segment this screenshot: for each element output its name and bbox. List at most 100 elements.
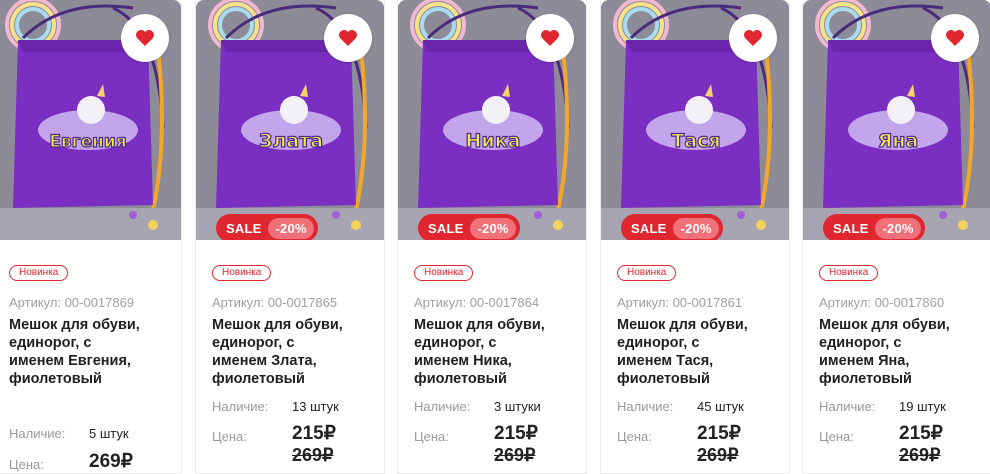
product-sku: Артикул: 00-0017869 bbox=[9, 295, 135, 310]
new-badge: Новинка bbox=[212, 265, 272, 281]
discount-percent: -20% bbox=[875, 217, 921, 239]
current-price: 215₽ bbox=[494, 423, 538, 444]
product-photo[interactable]: Евгения bbox=[0, 0, 181, 240]
price-row: Цена: 269₽ bbox=[9, 451, 133, 472]
product-title-line: единорог, с bbox=[212, 335, 295, 351]
product-card[interactable]: Злата SALE -20% Новинка Артикул: 00-0017865 М… bbox=[195, 0, 385, 474]
old-price: 269₽ bbox=[292, 445, 334, 465]
stock-value: 19 штук bbox=[899, 399, 946, 414]
product-info: Новинка Артикул: 00-0017869 Мешок для обув… bbox=[9, 262, 173, 388]
discount-percent: -20% bbox=[673, 217, 719, 239]
product-title[interactable]: Мешок для обуви, единорог, с именем Евгени… bbox=[9, 316, 173, 388]
product-title[interactable]: Мешок для обуви, единорог, с именем Тася, ф… bbox=[617, 316, 781, 388]
stock-value: 45 штук bbox=[697, 399, 744, 414]
product-sku: Артикул: 00-0017864 bbox=[414, 295, 540, 310]
stock-row: Наличие: 19 штук bbox=[819, 399, 946, 414]
heart-icon bbox=[744, 30, 762, 46]
product-sku: Артикул: 00-0017865 bbox=[212, 295, 338, 310]
product-title-line: единорог, с bbox=[617, 335, 700, 351]
product-info: Новинка Артикул: 00-0017864 Мешок для обув… bbox=[414, 262, 578, 388]
price-row: Цена: 215₽ 269₽ bbox=[617, 423, 741, 465]
sale-label: SALE bbox=[631, 220, 667, 236]
price-label: Цена: bbox=[819, 429, 854, 444]
product-title-line: Мешок для обуви, bbox=[414, 317, 545, 333]
sale-badge: SALE -20% bbox=[216, 214, 318, 240]
old-price: 269₽ bbox=[899, 445, 941, 465]
product-grid: Евгения Новинка Артикул: 00-0017869 Мешок д… bbox=[0, 0, 990, 474]
product-info: Новинка Артикул: 00-0017865 Мешок для обув… bbox=[212, 262, 376, 388]
product-photo[interactable]: Яна SALE -20% bbox=[803, 0, 990, 240]
favorite-button[interactable] bbox=[729, 14, 777, 62]
favorite-button[interactable] bbox=[324, 14, 372, 62]
price-row: Цена: 215₽ 269₽ bbox=[212, 423, 336, 465]
stock-value: 3 штуки bbox=[494, 399, 541, 414]
product-title-line: единорог, с bbox=[819, 335, 902, 351]
product-sku: Артикул: 00-0017861 bbox=[617, 295, 743, 310]
product-card[interactable]: Ника SALE -20% Новинка Артикул: 00-0017864 Ме… bbox=[397, 0, 587, 474]
product-info: Новинка Артикул: 00-0017861 Мешок для обув… bbox=[617, 262, 781, 388]
stock-row: Наличие: 13 штук bbox=[212, 399, 339, 414]
sale-badge: SALE -20% bbox=[823, 214, 925, 240]
stock-value: 5 штук bbox=[89, 426, 129, 441]
stock-value: 13 штук bbox=[292, 399, 339, 414]
product-title[interactable]: Мешок для обуви, единорог, с именем Яна, фи… bbox=[819, 316, 983, 388]
sale-label: SALE bbox=[428, 220, 464, 236]
product-card[interactable]: Яна SALE -20% Новинка Артикул: 00-0017860 Меш… bbox=[802, 0, 990, 474]
product-title-line: Мешок для обуви, bbox=[212, 317, 343, 333]
stock-row: Наличие: 45 штук bbox=[617, 399, 744, 414]
old-price: 269₽ bbox=[697, 445, 739, 465]
product-title-line: именем Яна, bbox=[819, 353, 910, 369]
product-photo[interactable]: Ника SALE -20% bbox=[398, 0, 586, 240]
product-title-line: единорог, с bbox=[9, 335, 92, 351]
heart-icon bbox=[136, 30, 154, 46]
sale-label: SALE bbox=[226, 220, 262, 236]
discount-percent: -20% bbox=[268, 217, 314, 239]
price-label: Цена: bbox=[414, 429, 449, 444]
product-title-line: Мешок для обуви, bbox=[9, 317, 140, 333]
favorite-button[interactable] bbox=[526, 14, 574, 62]
product-title-line: фиолетовый bbox=[819, 371, 912, 387]
new-badge: Новинка bbox=[9, 265, 69, 281]
product-card[interactable]: Евгения Новинка Артикул: 00-0017869 Мешок д… bbox=[0, 0, 182, 474]
price-row: Цена: 215₽ 269₽ bbox=[819, 423, 943, 465]
favorite-button[interactable] bbox=[931, 14, 979, 62]
product-title-line: фиолетовый bbox=[617, 371, 710, 387]
bag-name-print: Евгения bbox=[49, 132, 126, 152]
bag-name-print: Тася bbox=[671, 130, 720, 152]
current-price: 215₽ bbox=[292, 423, 336, 444]
new-badge: Новинка bbox=[819, 265, 879, 281]
heart-icon bbox=[541, 30, 559, 46]
product-title-line: именем Злата, bbox=[212, 353, 317, 369]
product-title-line: фиолетовый bbox=[9, 371, 102, 387]
bag-name-print: Ника bbox=[466, 130, 521, 152]
product-photo[interactable]: Тася SALE -20% bbox=[601, 0, 789, 240]
product-card[interactable]: Тася SALE -20% Новинка Артикул: 00-0017861 Ме… bbox=[600, 0, 790, 474]
favorite-button[interactable] bbox=[121, 14, 169, 62]
stock-label: Наличие: bbox=[212, 399, 269, 414]
old-price: 269₽ bbox=[494, 445, 536, 465]
current-price: 215₽ bbox=[697, 423, 741, 444]
product-photo[interactable]: Злата SALE -20% bbox=[196, 0, 384, 240]
price-label: Цена: bbox=[9, 457, 44, 472]
product-info: Новинка Артикул: 00-0017860 Мешок для обув… bbox=[819, 262, 983, 388]
stock-label: Наличие: bbox=[414, 399, 471, 414]
product-title[interactable]: Мешок для обуви, единорог, с именем Ника, ф… bbox=[414, 316, 578, 388]
product-title-line: Мешок для обуви, bbox=[819, 317, 950, 333]
sale-badge: SALE -20% bbox=[418, 214, 520, 240]
stock-row: Наличие: 3 штуки bbox=[414, 399, 541, 414]
bag-name-print: Злата bbox=[259, 130, 323, 152]
sale-badge: SALE -20% bbox=[621, 214, 723, 240]
product-title-line: фиолетовый bbox=[212, 371, 305, 387]
stock-row: Наличие: 5 штук bbox=[9, 426, 129, 441]
stock-label: Наличие: bbox=[819, 399, 876, 414]
heart-icon bbox=[946, 30, 964, 46]
new-badge: Новинка bbox=[617, 265, 677, 281]
product-sku: Артикул: 00-0017860 bbox=[819, 295, 945, 310]
product-title-line: Мешок для обуви, bbox=[617, 317, 748, 333]
heart-icon bbox=[339, 30, 357, 46]
product-title[interactable]: Мешок для обуви, единорог, с именем Злата,… bbox=[212, 316, 376, 388]
current-price: 269₽ bbox=[89, 451, 133, 472]
price-row: Цена: 215₽ 269₽ bbox=[414, 423, 538, 465]
discount-percent: -20% bbox=[470, 217, 516, 239]
product-title-line: именем Тася, bbox=[617, 353, 714, 369]
